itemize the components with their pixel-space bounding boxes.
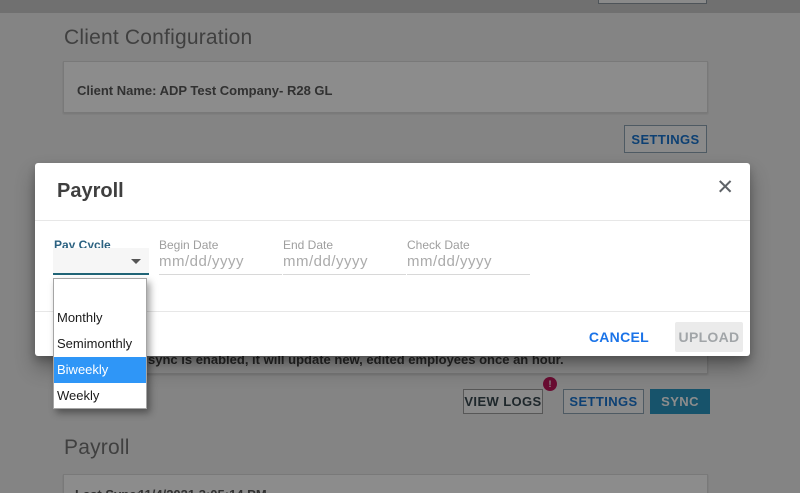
close-icon[interactable]: ✕ bbox=[716, 177, 734, 198]
pay-cycle-select[interactable] bbox=[53, 248, 149, 275]
dropdown-option-biweekly[interactable]: Biweekly bbox=[54, 357, 146, 383]
title-divider bbox=[35, 220, 750, 221]
dialog-title: Payroll bbox=[57, 180, 124, 203]
dropdown-option-weekly[interactable]: Weekly bbox=[54, 383, 146, 409]
pay-cycle-dropdown-list: Monthly Semimonthly Biweekly Weekly bbox=[53, 278, 147, 409]
chevron-down-icon bbox=[131, 259, 141, 264]
end-date-input[interactable] bbox=[283, 248, 406, 275]
upload-button[interactable]: UPLOAD bbox=[675, 322, 743, 352]
check-date-input[interactable] bbox=[407, 248, 530, 275]
cancel-button[interactable]: CANCEL bbox=[589, 329, 649, 345]
dropdown-option-semimonthly[interactable]: Semimonthly bbox=[54, 331, 146, 357]
begin-date-input[interactable] bbox=[159, 248, 282, 275]
dropdown-option-blank[interactable] bbox=[54, 279, 146, 305]
dropdown-option-monthly[interactable]: Monthly bbox=[54, 305, 146, 331]
